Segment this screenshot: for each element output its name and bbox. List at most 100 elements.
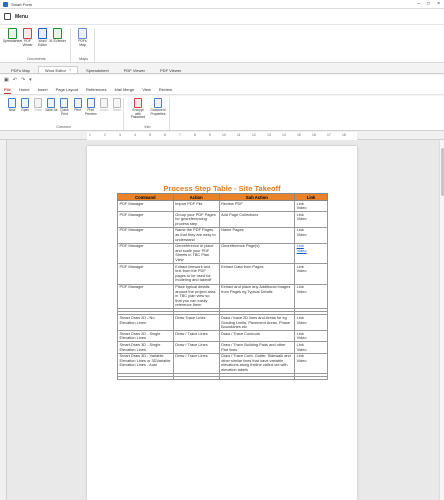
pdfs-map-button[interactable]: PDFs Map	[76, 28, 89, 48]
empty-cell	[218, 376, 296, 380]
document-title: Process Step Table - Site Takeoff	[163, 184, 281, 193]
video-link[interactable]: Video	[297, 289, 326, 295]
cell-sub-action: Draw / Trace Curb, Gutter, Sidewalk and …	[218, 352, 296, 375]
video-link[interactable]: Video	[297, 232, 326, 238]
tab-view[interactable]: View	[142, 86, 151, 93]
empty-cell	[172, 376, 220, 380]
cell-command: PDF Manager	[117, 283, 174, 310]
document-canvas[interactable]: Process Step Table - Site Takeoff Comman…	[7, 140, 444, 500]
tab-label: Word Editor	[44, 67, 66, 73]
tab-word-editor[interactable]: Word Editor ×	[37, 66, 79, 73]
document-page[interactable]: Process Step Table - Site Takeoff Comman…	[87, 146, 357, 500]
app-window: Smart Form – □ × Menu Spreadsheet PDF Vi…	[0, 0, 444, 500]
ribbon-group-documents: Spreadsheet PDF Viewer Word Editor XLSVi…	[3, 28, 71, 62]
print-icon	[73, 98, 82, 108]
tab-spreadsheet[interactable]: Spreadsheet	[79, 66, 116, 73]
pdf-icon	[23, 28, 32, 39]
ruler-number: 16	[312, 133, 316, 137]
document-properties-button[interactable]: Document Properties	[150, 98, 166, 120]
tab-label: PDF Viewer	[160, 67, 182, 73]
chevron-down-icon[interactable]: ▾	[29, 77, 32, 83]
cell-sub-action: Extract Data from Pages	[218, 263, 296, 285]
title-bar: Smart Form – □ ×	[0, 0, 444, 9]
undo-label: Undo	[99, 108, 108, 112]
cell-sub-action: Georeference Page(s)	[218, 242, 296, 265]
save-as-icon	[47, 98, 56, 108]
spreadsheet-label: Spreadsheet	[2, 39, 23, 43]
cell-sub-action: Draw / Trace Building Pads and other Pad…	[218, 341, 296, 354]
ruler-number: 6	[164, 133, 166, 137]
pdf-viewer-label: PDF Viewer	[22, 39, 33, 47]
spreadsheet-button[interactable]: Spreadsheet	[2, 28, 23, 48]
new-button[interactable]: New	[6, 98, 18, 116]
save-icon	[34, 98, 43, 108]
maximize-icon[interactable]: □	[427, 1, 430, 7]
vertical-scrollbar[interactable]	[439, 140, 444, 500]
cell-action: Draw / Trace Lines	[172, 330, 220, 343]
redo-icon[interactable]: ↷	[21, 77, 25, 83]
cell-link: Link Video	[294, 263, 328, 285]
encrypt-button[interactable]: Encrypt with Password	[130, 98, 146, 120]
word-ribbon-tabs: File Home Insert Page Layout References …	[0, 85, 444, 95]
quick-print-button[interactable]: Quick Print	[58, 98, 70, 116]
vertical-ruler[interactable]	[0, 140, 7, 500]
tab-mail-merge[interactable]: Mail Merge	[115, 86, 135, 93]
tab-label: PDFs Map	[11, 67, 30, 73]
tab-page-layout[interactable]: Page Layout	[56, 86, 78, 93]
encrypt-label: Encrypt with Password	[130, 108, 146, 120]
tab-home[interactable]: Home	[19, 86, 30, 93]
video-link[interactable]: Video	[297, 347, 326, 353]
undo-button[interactable]: Undo	[98, 98, 110, 116]
spreadsheet-icon	[8, 28, 17, 39]
tab-pdfs-map[interactable]: PDFs Map	[4, 66, 37, 73]
tab-review[interactable]: Review	[159, 86, 172, 93]
tab-pdf-viewer-2[interactable]: PDF Viewer	[153, 66, 188, 73]
video-link[interactable]: Video	[297, 269, 326, 274]
horizontal-ruler[interactable]: 1 2 3 4 5 6 7 8 9 10 11 12 13 14 15 16 1…	[0, 132, 444, 140]
video-link[interactable]: Video	[297, 320, 326, 326]
header-action: Action	[172, 193, 220, 201]
ruler-number: 11	[237, 133, 241, 137]
open-button[interactable]: Open	[19, 98, 31, 116]
pdf-viewer-button[interactable]: PDF Viewer	[21, 28, 34, 48]
print-button[interactable]: Print	[72, 98, 84, 116]
close-tab-icon[interactable]: ×	[69, 68, 71, 72]
save-as-button[interactable]: Save As	[45, 98, 57, 116]
ribbon-group-info: Encrypt with Password Document Propertie…	[126, 98, 170, 130]
header-sub-action: Sub Action	[218, 193, 296, 201]
empty-row	[117, 376, 328, 380]
cell-command: PDF Manager	[117, 226, 174, 244]
tab-references[interactable]: References	[86, 86, 106, 93]
close-icon[interactable]: ×	[437, 1, 440, 7]
save-icon[interactable]: ▣	[4, 77, 9, 83]
tab-insert[interactable]: Insert	[38, 86, 48, 93]
undo-icon[interactable]: ↶	[13, 77, 17, 83]
cell-link: Link Video	[294, 211, 328, 228]
video-link[interactable]: Video	[297, 217, 326, 222]
tab-label: PDF Viewer	[123, 67, 146, 73]
minimize-icon[interactable]: –	[417, 1, 420, 7]
video-link[interactable]: Video	[297, 336, 326, 341]
save-button[interactable]: Save	[32, 98, 44, 116]
redo-button[interactable]: Redo	[111, 98, 123, 116]
cell-command: PDF Manager	[117, 199, 174, 213]
word-editor-label: Word Editor	[38, 39, 47, 47]
quick-access-toolbar: ▣ ↶ ↷ ▾	[0, 75, 444, 85]
video-link[interactable]: Video	[297, 248, 326, 254]
ruler-number: 7	[179, 133, 181, 137]
print-preview-label: Print Preview	[84, 108, 97, 116]
video-link[interactable]: Video	[297, 205, 326, 211]
ruler-number: 18	[342, 133, 346, 137]
tab-pdf-viewer-1[interactable]: PDF Viewer	[117, 66, 152, 73]
print-preview-button[interactable]: Print Preview	[85, 98, 97, 116]
cell-action: Draw Trace Lines	[172, 314, 220, 332]
cell-sub-action: Draw / trace 2D lines and Areas for eg G…	[218, 314, 296, 332]
word-editor-button[interactable]: Word Editor	[36, 28, 49, 48]
menu-icon[interactable]	[4, 13, 11, 20]
ruler-number: 3	[119, 133, 121, 137]
menu-label[interactable]: Menu	[15, 14, 28, 20]
video-link[interactable]: Video	[297, 358, 326, 364]
table-row: Smart Draw 2D - Single Elevation Lines Dr…	[117, 330, 328, 343]
xls-viewer-button[interactable]: XLSViewer	[49, 28, 66, 48]
tab-file[interactable]: File	[4, 86, 11, 94]
